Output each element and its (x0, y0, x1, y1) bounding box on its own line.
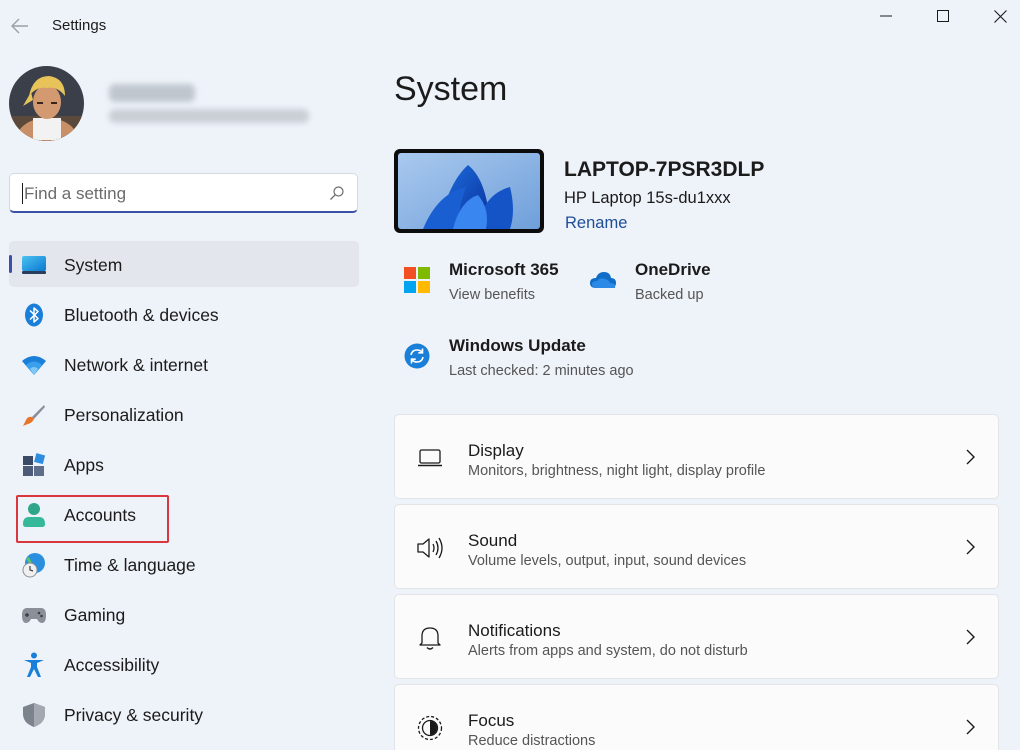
minimize-button[interactable] (858, 0, 914, 32)
search-box[interactable] (9, 173, 358, 213)
speaker-icon (415, 533, 445, 563)
quick-subtitle: View benefits (449, 287, 535, 303)
sidebar-item-label: Time & language (64, 555, 196, 575)
sidebar-item-network[interactable]: Network & internet (9, 341, 359, 387)
sidebar-item-label: Privacy & security (64, 705, 204, 725)
sidebar-nav: System Bluetooth & devices Network & int… (9, 241, 359, 741)
card-title: Sound (468, 531, 518, 550)
minimize-icon (880, 15, 892, 17)
selection-indicator (9, 255, 12, 273)
chevron-right-icon (966, 629, 975, 645)
card-focus[interactable]: Focus Reduce distractions (394, 684, 999, 750)
quick-onedrive[interactable]: OneDrive Backed up (589, 260, 729, 310)
sidebar-item-privacy-security[interactable]: Privacy & security (9, 691, 359, 737)
device-name: LAPTOP-7PSR3DLP (564, 158, 765, 181)
sidebar-item-bluetooth[interactable]: Bluetooth & devices (9, 291, 359, 337)
quick-title: Microsoft 365 (449, 260, 559, 279)
card-sound[interactable]: Sound Volume levels, output, input, soun… (394, 504, 999, 589)
quick-microsoft-365[interactable]: Microsoft 365 View benefits (403, 260, 578, 310)
sidebar-item-label: Personalization (64, 405, 184, 425)
onedrive-cloud-icon (589, 266, 617, 294)
card-display[interactable]: Display Monitors, brightness, night ligh… (394, 414, 999, 499)
close-button[interactable] (972, 0, 1020, 32)
settings-card-list: Display Monitors, brightness, night ligh… (394, 414, 999, 750)
chevron-right-icon (966, 719, 975, 735)
card-title: Display (468, 441, 524, 460)
bell-icon (415, 623, 445, 653)
chevron-right-icon (966, 539, 975, 555)
app-title: Settings (52, 17, 107, 34)
card-title: Notifications (468, 621, 561, 640)
focus-icon (415, 713, 445, 743)
sidebar-item-accounts[interactable]: Accounts (9, 491, 359, 537)
sidebar-item-gaming[interactable]: Gaming (9, 591, 359, 637)
title-bar: Settings (0, 0, 1020, 52)
text-caret (22, 183, 23, 204)
search-icon (330, 186, 344, 200)
settings-window: Settings Find a setting System Bluetooth… (0, 0, 1020, 750)
card-subtitle: Alerts from apps and system, do not dist… (468, 643, 748, 659)
card-subtitle: Monitors, brightness, night light, displ… (468, 463, 766, 479)
shield-icon (21, 702, 47, 728)
sidebar-item-label: Accounts (64, 505, 136, 525)
wallpaper-preview (398, 153, 540, 229)
card-notifications[interactable]: Notifications Alerts from apps and syste… (394, 594, 999, 679)
sidebar-item-label: Network & internet (64, 355, 208, 375)
back-button[interactable] (6, 12, 34, 40)
rename-link[interactable]: Rename (565, 214, 627, 233)
sidebar-item-label: Bluetooth & devices (64, 305, 219, 325)
quick-title: Windows Update (449, 336, 586, 355)
search-input[interactable] (22, 181, 316, 207)
accessibility-icon (21, 652, 47, 678)
sidebar-item-label: Accessibility (64, 655, 160, 675)
user-profile[interactable] (9, 66, 369, 142)
sidebar-item-system[interactable]: System (9, 241, 359, 287)
sidebar-item-apps[interactable]: Apps (9, 441, 359, 487)
wifi-icon (21, 352, 47, 378)
windows-update-icon (403, 342, 431, 370)
account-icon (21, 502, 47, 528)
apps-icon (21, 452, 47, 478)
device-model: HP Laptop 15s-du1xxx (564, 189, 731, 207)
system-icon (21, 252, 47, 278)
sidebar-item-label: System (64, 255, 123, 275)
card-subtitle: Volume levels, output, input, sound devi… (468, 553, 747, 569)
sidebar-item-accessibility[interactable]: Accessibility (9, 641, 359, 687)
profile-email-blurred (109, 109, 309, 123)
quick-subtitle: Last checked: 2 minutes ago (449, 363, 634, 379)
quick-windows-update[interactable]: Windows Update Last checked: 2 minutes a… (403, 336, 663, 386)
avatar-picture-icon (9, 66, 84, 141)
back-arrow-icon (11, 18, 28, 34)
gamepad-icon (21, 602, 47, 628)
sidebar-item-personalization[interactable]: Personalization (9, 391, 359, 437)
card-title: Focus (468, 711, 515, 730)
avatar (9, 66, 84, 141)
page-title: System (394, 70, 508, 108)
microsoft-logo-icon (403, 266, 431, 294)
card-subtitle: Reduce distractions (468, 733, 596, 749)
close-icon (993, 9, 1007, 23)
quick-subtitle: Backed up (635, 287, 704, 303)
profile-name-blurred (109, 84, 195, 102)
device-thumbnail (394, 149, 544, 233)
sidebar-item-label: Gaming (64, 605, 126, 625)
sidebar-item-time-language[interactable]: Time & language (9, 541, 359, 587)
quick-title: OneDrive (635, 260, 711, 279)
maximize-button[interactable] (915, 0, 971, 32)
maximize-icon (937, 10, 949, 22)
laptop-icon (415, 443, 445, 473)
bluetooth-icon (21, 302, 47, 328)
sidebar-item-label: Apps (64, 455, 104, 475)
brush-icon (21, 402, 47, 428)
clock-globe-icon (21, 552, 47, 578)
chevron-right-icon (966, 449, 975, 465)
windows-bloom-wallpaper-icon (398, 153, 540, 229)
